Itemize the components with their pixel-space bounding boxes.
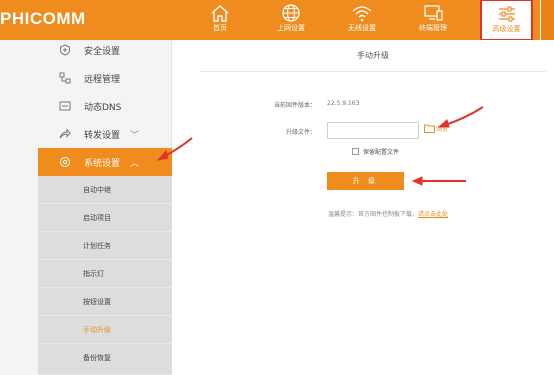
chevron-down-icon: ﹀ xyxy=(130,130,140,141)
dns-icon xyxy=(58,99,72,113)
wifi-icon xyxy=(352,6,372,22)
sidebar-item-remote-management[interactable]: 远程管理 xyxy=(38,64,172,92)
upgrade-file-label: 升级文件： xyxy=(285,129,316,136)
submenu-item-backup-restore[interactable]: 备份恢复 xyxy=(38,344,172,375)
keep-config-checkbox[interactable] xyxy=(352,148,359,155)
brand-logo: PHICOMM xyxy=(0,9,86,28)
nav-advanced-label: 高级设置 xyxy=(492,25,521,33)
page-title: 手动升级 xyxy=(200,40,546,72)
sidebar-item-label: 系统设置 xyxy=(84,158,121,169)
upgrade-button[interactable]: 升 级 xyxy=(327,172,404,190)
nav-home-label: 首页 xyxy=(213,24,227,32)
sliders-icon xyxy=(498,6,515,22)
tip-text: 温馨提示：官方固件控制板下载，请点击此处 xyxy=(328,209,448,218)
tip-message: 温馨提示：官方固件控制板下载， xyxy=(328,211,419,218)
nav-device-label: 终端管理 xyxy=(419,24,447,32)
top-bar: PHICOMM 首页 上网设置 无线设置 终端管理 高级设置 xyxy=(0,0,554,41)
sidebar-item-system-settings[interactable]: 系统设置 ︿ xyxy=(38,148,172,176)
nav-device-management[interactable]: 终端管理 xyxy=(405,0,461,40)
home-icon xyxy=(211,5,229,22)
sidebar-item-label: 动态DNS xyxy=(84,102,122,113)
browse-button[interactable]: 浏览 xyxy=(424,124,448,133)
sidebar-item-ddns[interactable]: 动态DNS xyxy=(38,92,172,120)
system-icon xyxy=(58,155,72,169)
submenu-item-led[interactable]: 指示灯 xyxy=(38,260,172,288)
main-panel xyxy=(173,40,554,375)
sidebar-item-label: 安全设置 xyxy=(84,46,121,57)
keep-config-option[interactable]: 保留配置文件 xyxy=(352,147,399,156)
forward-icon xyxy=(58,127,72,141)
sidebar-item-forwarding[interactable]: 转发设置 ﹀ xyxy=(38,120,172,148)
nav-wireless-label: 无线设置 xyxy=(348,24,376,32)
submenu-item-auto-relay[interactable]: 自动中继 xyxy=(38,176,172,204)
nav-home[interactable]: 首页 xyxy=(192,0,248,40)
current-version-value: 22.5.9.163 xyxy=(327,100,360,107)
nav-advanced-settings[interactable]: 高级设置 xyxy=(480,0,533,41)
submenu-item-schedule[interactable]: 计划任务 xyxy=(38,232,172,260)
tip-link[interactable]: 请点击此处 xyxy=(418,211,448,218)
submenu-item-button-settings[interactable]: 按钮设置 xyxy=(38,288,172,316)
keep-config-label: 保留配置文件 xyxy=(363,149,400,156)
sidebar-item-label: 转发设置 xyxy=(84,130,121,141)
sidebar-item-security[interactable]: 安全设置 xyxy=(38,36,172,64)
browse-label: 浏览 xyxy=(436,126,449,133)
shield-icon xyxy=(58,43,72,57)
upgrade-file-input[interactable] xyxy=(327,122,419,139)
nav-internet-settings[interactable]: 上网设置 xyxy=(263,0,319,40)
submenu-item-manual-upgrade[interactable]: 手动升级 xyxy=(38,316,172,344)
nav-internet-label: 上网设置 xyxy=(277,24,305,32)
topbar-edge xyxy=(540,0,554,40)
remote-icon xyxy=(58,71,72,85)
nav-wireless-settings[interactable]: 无线设置 xyxy=(334,0,390,40)
device-icon xyxy=(424,5,443,21)
globe-icon xyxy=(282,4,300,22)
chevron-up-icon: ︿ xyxy=(130,158,140,169)
submenu-item-startup[interactable]: 启动项目 xyxy=(38,204,172,232)
sidebar-item-label: 远程管理 xyxy=(84,74,121,85)
folder-icon xyxy=(424,124,435,133)
current-version-label: 当前固件版本： xyxy=(273,102,316,109)
